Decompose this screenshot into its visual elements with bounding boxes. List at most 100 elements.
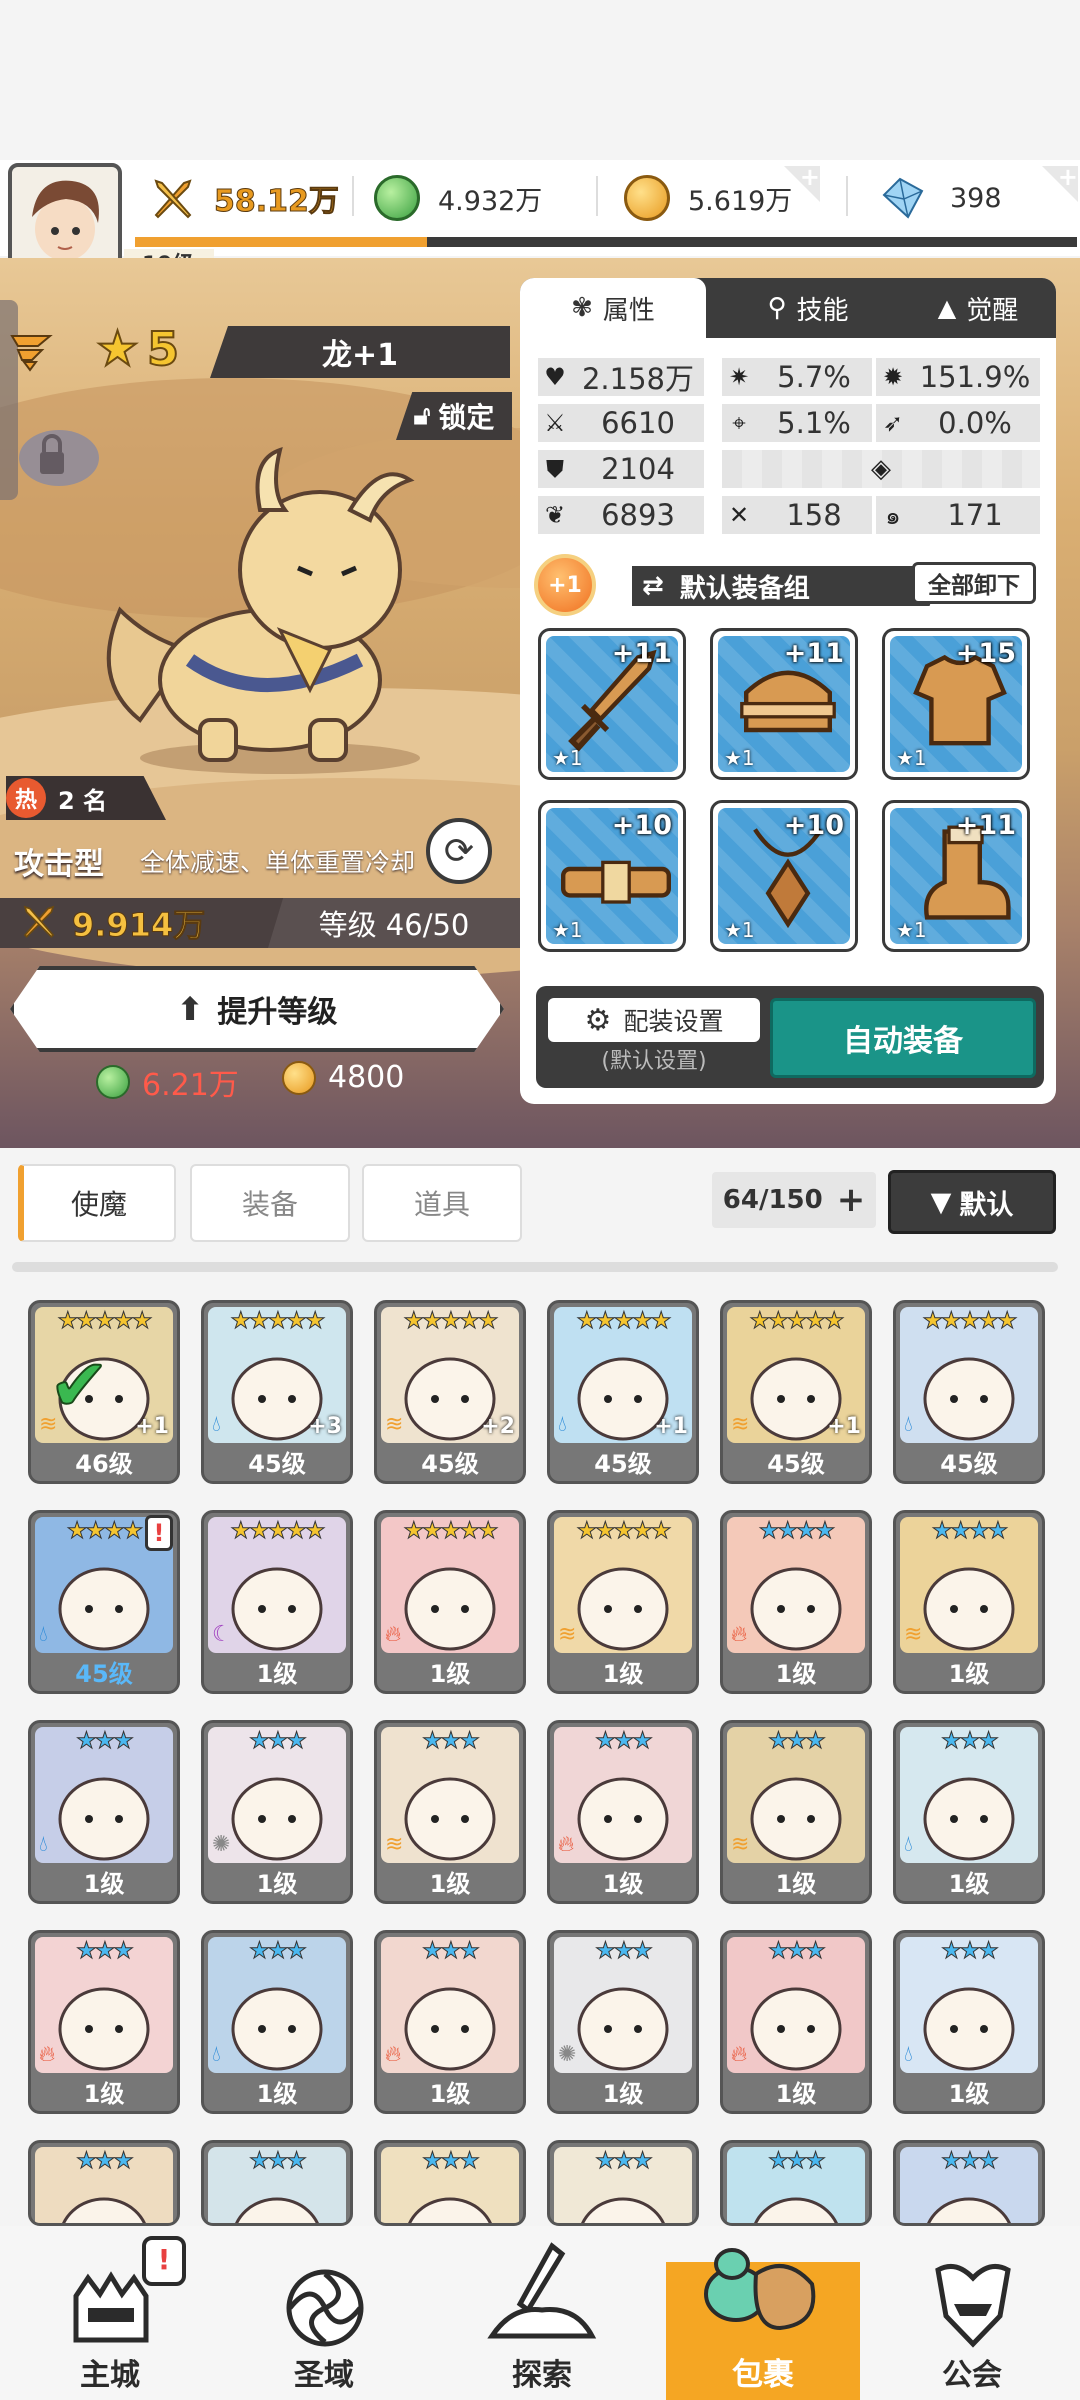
familiar-card[interactable]: ★★★★★ ≋ 1级 xyxy=(547,1510,699,1694)
familiar-card[interactable]: ★★★ xyxy=(893,2140,1045,2226)
sort-dropdown[interactable]: ▼ 默认 xyxy=(888,1170,1056,1234)
nav-main-city[interactable]: ! 主城 xyxy=(30,2226,190,2400)
familiar-level: 1级 xyxy=(775,1870,817,1898)
tab-label: 技能 xyxy=(796,295,849,326)
equipment-slot-necklace[interactable]: +10 ★1 xyxy=(710,800,858,952)
nav-sanctuary[interactable]: 圣域 xyxy=(244,2226,404,2400)
water-element-icon: 💧︎ xyxy=(558,1412,567,1437)
locked-skill-icon[interactable] xyxy=(14,422,104,492)
bag-icon xyxy=(704,2248,816,2331)
familiar-level: 46级 xyxy=(75,1450,133,1478)
auto-equip-button[interactable]: 自动装备 xyxy=(770,998,1036,1078)
upgrade-plus-badge[interactable]: +1 xyxy=(534,554,596,616)
familiar-card[interactable]: ★★★ 💧︎ 1级 xyxy=(28,1720,180,1904)
familiar-card[interactable]: ★★★ 💧︎ 1级 xyxy=(893,1930,1045,2114)
nav-label: 主城 xyxy=(80,2358,140,2393)
hero-type: 攻击型 xyxy=(14,847,104,882)
nav-bag[interactable]: 包裹 xyxy=(666,2248,860,2400)
star-rating: ★★★ xyxy=(422,1728,481,1754)
familiar-card[interactable]: ★★★ xyxy=(547,2140,699,2226)
familiar-portrait: ★★★★★ 🔥︎ xyxy=(381,1517,519,1653)
tab-familiars[interactable]: 使魔 xyxy=(18,1164,176,1242)
fire-element-icon: 🔥︎ xyxy=(385,1622,402,1647)
star-rating: ★★★ xyxy=(941,1938,1000,1964)
equipment-slot-sword[interactable]: +11 ★1 xyxy=(538,628,686,780)
gold-currency[interactable]: 5.619万 xyxy=(624,166,792,230)
nav-explore[interactable]: 探索 xyxy=(462,2226,622,2400)
familiar-card[interactable]: ★★★ 🔥︎ 1级 xyxy=(720,1930,872,2114)
hero-name-banner: 龙+1 xyxy=(210,326,510,378)
unequip-all-button[interactable]: 全部卸下 xyxy=(912,562,1036,604)
familiar-card[interactable]: ★★★ 💧︎ 1级 xyxy=(201,1930,353,2114)
scroll-indicator[interactable] xyxy=(12,1262,1058,1272)
familiar-card[interactable]: ★★★★ 💧︎ 45级! xyxy=(28,1510,180,1694)
familiar-card[interactable]: ★★★ xyxy=(201,2140,353,2226)
tab-skills[interactable]: ⚲ 技能 xyxy=(728,278,888,338)
star-rating: ★★★ xyxy=(768,2148,827,2174)
gold-coin-icon xyxy=(282,1060,316,1095)
tab-label: 使魔 xyxy=(70,1188,127,1221)
familiar-card[interactable]: ★★★★★ ☾ 1级 xyxy=(201,1510,353,1694)
familiar-card[interactable]: ★★★ ≋ 1级 xyxy=(374,1720,526,1904)
familiar-card[interactable]: ★★★★ 🔥︎ 1级 xyxy=(720,1510,872,1694)
equipment-slot-armor[interactable]: +15 ★1 xyxy=(882,628,1030,780)
unlock-icon: 🔓︎ xyxy=(413,400,431,431)
familiar-card[interactable]: ★★★ 🔥︎ 1级 xyxy=(28,1930,180,2114)
familiar-card[interactable]: ★★★★★ 💧︎ 45级 xyxy=(893,1300,1045,1484)
lock-button[interactable]: 🔓︎ 锁定 xyxy=(396,392,512,440)
tab-awaken[interactable]: ▲ 觉醒 xyxy=(900,278,1056,338)
diamond-currency[interactable]: 398 xyxy=(880,166,1002,230)
familiar-card[interactable]: ★★★★★ ≋ +1 45级 xyxy=(720,1300,872,1484)
equipment-slot-belt[interactable]: +10 ★1 xyxy=(538,800,686,952)
familiar-card[interactable]: ★★★ xyxy=(374,2140,526,2226)
familiar-card[interactable]: ★★★ ✺ 1级 xyxy=(201,1720,353,1904)
dark-element-icon: ☾ xyxy=(212,1622,232,1647)
familiar-card[interactable]: ★★★ ✺ 1级 xyxy=(547,1930,699,2114)
sun-burst-icon: ✹ xyxy=(882,363,904,391)
stat-crit: ✷ 5.7% xyxy=(722,358,872,396)
familiar-card[interactable]: ★★★★★ 💧︎ +3 45级 xyxy=(201,1300,353,1484)
familiar-portrait: ★★★★ 🔥︎ xyxy=(727,1517,865,1653)
familiar-card[interactable]: ★★★★ ≋ 1级 xyxy=(893,1510,1045,1694)
familiar-card[interactable]: ★★★★★ 💧︎ +1 45级 xyxy=(547,1300,699,1484)
familiar-portrait: ★★★★★ 💧︎ xyxy=(900,1307,1038,1443)
star-rating: ★★★★★ xyxy=(576,1518,672,1544)
star-rating: ★★★ xyxy=(422,1938,481,1964)
swap-skill-button[interactable]: ⟳ xyxy=(426,818,492,884)
burst-icon: ✷ xyxy=(728,363,750,391)
guild-icon xyxy=(935,2263,1011,2348)
stat-attack: ⚔︎ 6610 xyxy=(538,404,704,442)
equipment-slot-boots[interactable]: +11 ★1 xyxy=(882,800,1030,952)
sword-icon: ⚔︎ xyxy=(544,409,566,437)
vortex-icon xyxy=(286,2269,364,2347)
familiar-portrait: ★★★ 💧︎ xyxy=(208,1937,346,2073)
enhance-level: +11 xyxy=(955,810,1016,841)
tab-items[interactable]: 道具 xyxy=(362,1164,522,1242)
familiar-card[interactable]: ★★★ 💧︎ 1级 xyxy=(893,1720,1045,1904)
familiar-card[interactable]: ★★★ 🔥︎ 1级 xyxy=(547,1720,699,1904)
nav-label: 探索 xyxy=(512,2358,572,2393)
item-star: ★1 xyxy=(724,918,755,942)
familiar-portrait: ★★★ xyxy=(554,2147,692,2223)
equipment-group-selector[interactable]: ⇄ 默认装备组 xyxy=(632,566,942,606)
upgrade-level-button[interactable]: ⬆ 提升等级 xyxy=(10,966,504,1052)
hero-name: 龙+1 xyxy=(321,338,398,373)
familiar-card[interactable]: ★★★★★ 🔥︎ 1级 xyxy=(374,1510,526,1694)
inventory-capacity[interactable]: 64/150 + xyxy=(712,1172,876,1228)
familiar-card[interactable]: ★★★ xyxy=(28,2140,180,2226)
blue-diamond-icon xyxy=(880,175,926,221)
familiar-card[interactable]: ★★★★★ ≋ +2 45级 xyxy=(374,1300,526,1484)
loadout-settings-button[interactable]: ⚙ 配装设置 xyxy=(548,998,760,1042)
familiar-card[interactable]: ★★★ 🔥︎ 1级 xyxy=(374,1930,526,2114)
equipment-slot-helmet[interactable]: +11 ★1 xyxy=(710,628,858,780)
crosshair-icon: ⌖ xyxy=(732,409,746,437)
familiar-card[interactable]: ★★★★★ ≋ +1 46级 ✔ xyxy=(28,1300,180,1484)
familiar-card[interactable]: ★★★ ≋ 1级 xyxy=(720,1720,872,1904)
tab-equipment[interactable]: 装备 xyxy=(190,1164,350,1242)
hero-dragon-art[interactable] xyxy=(80,440,440,780)
familiar-portrait: ★★★★★ ≋ +1 xyxy=(727,1307,865,1443)
loadout-settings-label: 配装设置 xyxy=(623,1007,724,1036)
tab-attributes[interactable]: ✾ 属性 xyxy=(520,278,706,338)
nav-guild[interactable]: 公会 xyxy=(892,2226,1052,2400)
familiar-card[interactable]: ★★★ xyxy=(720,2140,872,2226)
